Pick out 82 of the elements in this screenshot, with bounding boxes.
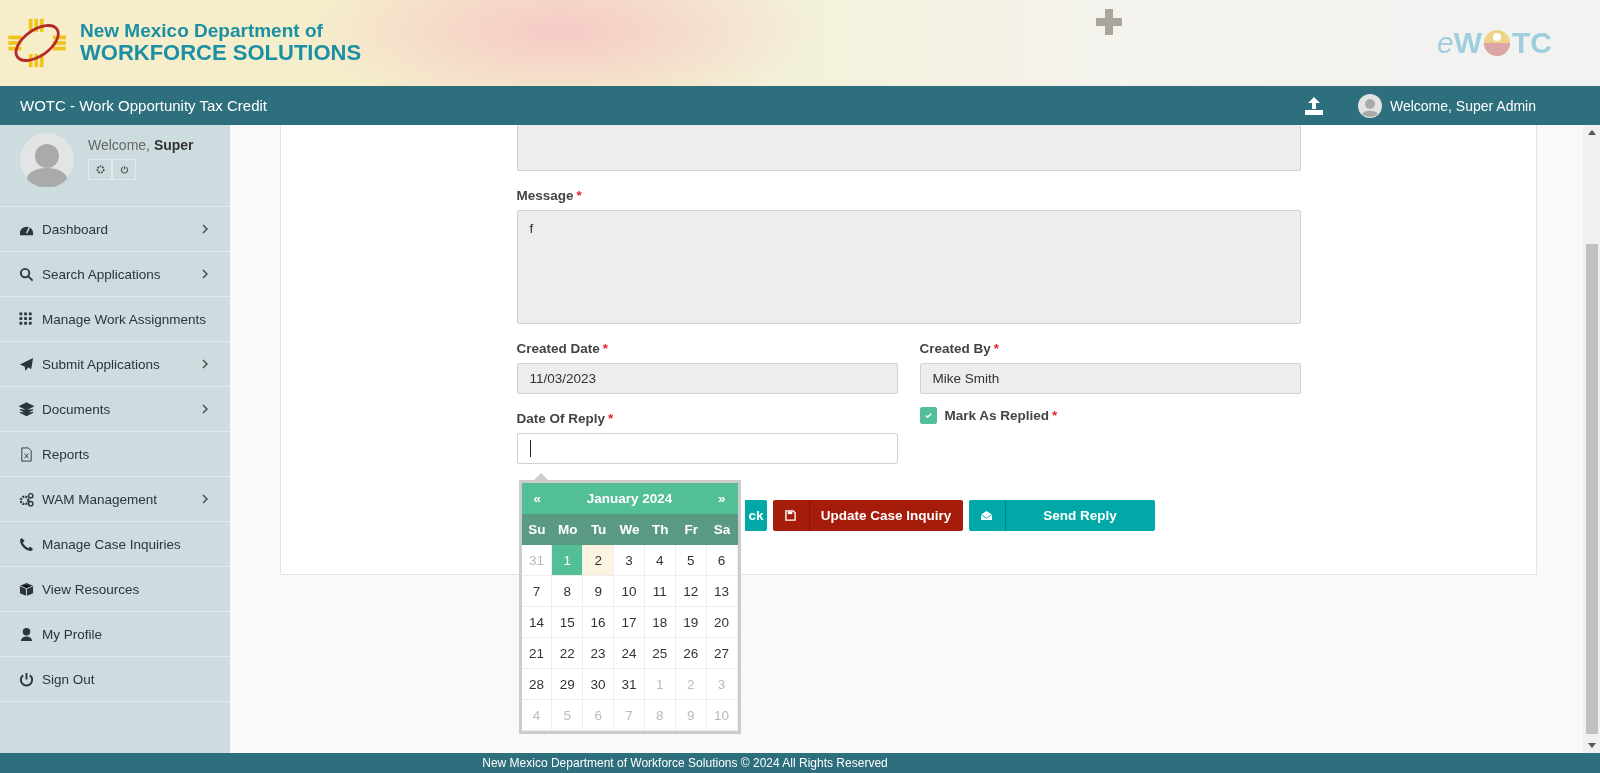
layers-icon	[19, 401, 34, 417]
app-title: WOTC - Work Opportunity Tax Credit	[20, 97, 267, 114]
calendar-day[interactable]: 30	[583, 669, 615, 700]
calendar-day[interactable]: 15	[552, 607, 584, 638]
power-icon	[19, 671, 34, 687]
avatar-icon	[20, 133, 74, 187]
calendar-day[interactable]: 24	[614, 638, 645, 669]
weekday-header: Mo	[552, 514, 584, 545]
check-icon	[923, 411, 933, 420]
calendar-day[interactable]: 14	[521, 607, 553, 638]
weekday-header: We	[614, 514, 645, 545]
welcome-text: Welcome, Super	[88, 137, 194, 153]
chevron-right-icon	[202, 269, 208, 279]
settings-button[interactable]	[88, 159, 112, 180]
checkbox-label: Mark As Replied *	[944, 408, 1058, 423]
calendar-day[interactable]: 5	[675, 545, 707, 576]
update-button[interactable]: Update Case Inquiry	[772, 500, 963, 531]
calendar-day[interactable]: 28	[521, 669, 553, 700]
weekday-header: Tu	[583, 514, 615, 545]
field-label: Created By *	[919, 341, 1001, 356]
field-label: Message *	[516, 188, 583, 203]
calendar-day[interactable]: 12	[675, 576, 707, 607]
calendar-day[interactable]: 31	[614, 669, 645, 700]
chevron-right-icon	[202, 494, 208, 504]
save-icon	[785, 510, 796, 521]
weekday-header: Su	[521, 514, 553, 545]
document-icon	[19, 446, 34, 462]
calendar-day[interactable]: 10	[614, 576, 645, 607]
calendar-day[interactable]: 16	[583, 607, 615, 638]
calendar-day[interactable]: 21	[521, 638, 553, 669]
search-icon	[19, 266, 34, 282]
calendar-day[interactable]: 9	[583, 576, 615, 607]
created-by-field[interactable]: Mike Smith	[919, 363, 1301, 394]
field-label: Created Date *	[516, 341, 610, 356]
power-icon	[119, 165, 129, 174]
cube-icon	[19, 581, 34, 597]
copyright-text: New Mexico Department of Workforce Solutions © 2024 All Rights Reserved	[482, 756, 888, 770]
avatar-icon	[1357, 93, 1382, 118]
calendar-day[interactable]: 13	[706, 576, 738, 607]
calendar-day[interactable]: 4	[644, 545, 676, 576]
grid-icon	[19, 311, 34, 327]
message-field[interactable]: f	[516, 210, 1301, 324]
weekday-header: Sa	[706, 514, 738, 545]
date-of-reply-field[interactable]	[516, 433, 898, 464]
scrollbar[interactable]	[1583, 125, 1600, 753]
checkbox[interactable]	[919, 407, 937, 424]
calendar-day[interactable]: 27	[706, 638, 738, 669]
chevron-right-icon	[202, 359, 208, 369]
department-name: WORKFORCE SOLUTIONS	[80, 41, 362, 65]
phone-icon	[19, 536, 34, 552]
calendar-day[interactable]: 2	[583, 545, 615, 576]
calendar-day[interactable]: 11	[644, 576, 676, 607]
calendar-day[interactable]: 25	[644, 638, 676, 669]
weekday-header: Fr	[675, 514, 707, 545]
scroll-down-icon[interactable]	[1587, 743, 1596, 748]
field-label: Date Of Reply *	[516, 411, 615, 426]
calendar-day[interactable]: 26	[675, 638, 707, 669]
calendar-day[interactable]: 22	[552, 638, 584, 669]
calendar-day[interactable]: 7	[521, 576, 553, 607]
calendar-day[interactable]: 23	[583, 638, 615, 669]
calendar-day[interactable]: 3	[614, 545, 645, 576]
user-menu[interactable]: Welcome, Super Admin	[1357, 93, 1536, 118]
chevron-right-icon	[202, 404, 208, 414]
upload-icon[interactable]	[1303, 95, 1324, 116]
weekday-header: Th	[644, 514, 676, 545]
calendar-day[interactable]: 20	[706, 607, 738, 638]
calendar-day[interactable]: 17	[614, 607, 645, 638]
calendar-day[interactable]: 19	[675, 607, 707, 638]
department-name: New Mexico Department of	[80, 21, 324, 42]
created-date-field[interactable]: 11/03/2023	[516, 363, 898, 394]
chevron-right-icon	[202, 224, 208, 234]
plus-icon	[1096, 9, 1123, 35]
calendar-day[interactable]: 6	[706, 545, 738, 576]
user-icon	[19, 626, 34, 642]
envelope-icon	[980, 510, 993, 521]
calendar-day[interactable]: 8	[552, 576, 584, 607]
scroll-up-icon[interactable]	[1587, 130, 1596, 135]
calendar-day[interactable]: 29	[552, 669, 584, 700]
calendar-day[interactable]: 18	[644, 607, 676, 638]
paper-plane-icon	[19, 356, 34, 372]
power-button[interactable]	[112, 159, 136, 180]
app-logo: eW TC	[1437, 26, 1552, 60]
